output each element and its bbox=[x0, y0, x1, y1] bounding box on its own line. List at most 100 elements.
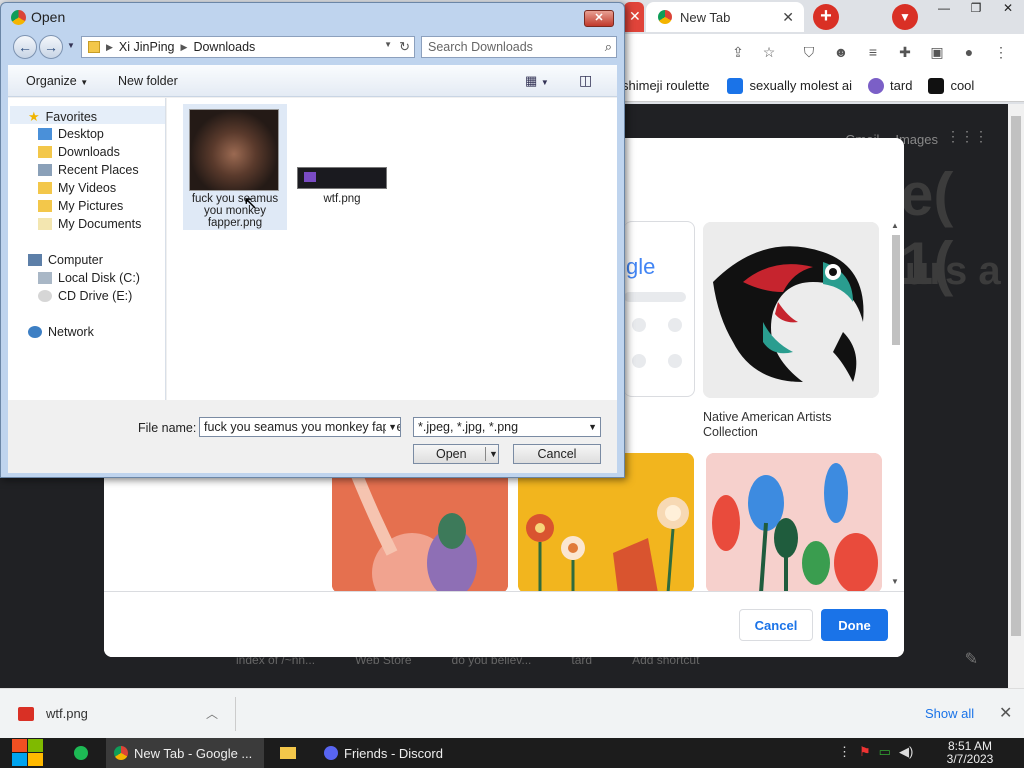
background-card-google[interactable]: gle bbox=[624, 221, 695, 397]
chevron-down-icon[interactable]: ▼ bbox=[588, 418, 597, 436]
videos-icon bbox=[38, 182, 52, 194]
extensions-icon[interactable]: ✚ bbox=[896, 43, 914, 61]
search-icon[interactable]: ⌕ bbox=[605, 39, 612, 55]
volume-icon[interactable]: ◀) bbox=[899, 744, 913, 760]
bookmark-star-icon[interactable]: ☆ bbox=[760, 43, 778, 61]
tree-network[interactable]: Network bbox=[28, 325, 94, 339]
cancel-button[interactable]: Cancel bbox=[739, 609, 813, 641]
sidepanel-icon[interactable]: ▣ bbox=[928, 43, 946, 61]
file-type-select[interactable]: *.jpeg, *.jpg, *.png ▼ bbox=[413, 417, 601, 437]
bookmark-shimeji[interactable]: shimeji roulette bbox=[622, 78, 709, 93]
tab-search-button[interactable]: ▼ bbox=[892, 4, 918, 30]
tree-desktop[interactable]: Desktop bbox=[38, 127, 104, 141]
close-icon[interactable]: ✕ bbox=[999, 703, 1012, 723]
share-icon[interactable]: ⇪ bbox=[729, 43, 747, 61]
tree-favorites[interactable]: ★ Favorites bbox=[28, 109, 97, 125]
done-button[interactable]: Done bbox=[821, 609, 888, 641]
extension-avatar-icon[interactable]: ☻ bbox=[832, 43, 850, 61]
clock[interactable]: 8:51 AM 3/7/2023 bbox=[942, 740, 998, 766]
background-card-native[interactable] bbox=[703, 222, 879, 398]
chevron-down-icon[interactable]: ▼ bbox=[386, 418, 397, 436]
download-item[interactable]: wtf.png bbox=[18, 706, 88, 721]
scroll-down-icon[interactable]: ▼ bbox=[891, 577, 899, 586]
start-button[interactable] bbox=[10, 738, 44, 768]
illustration-image bbox=[706, 453, 882, 593]
profile-icon[interactable]: ● bbox=[960, 43, 978, 61]
taskbar-spotify[interactable] bbox=[66, 738, 96, 768]
preview-pane-icon[interactable]: ◫ bbox=[579, 72, 592, 89]
change-view-icon[interactable]: ▦ ▼ bbox=[525, 73, 549, 89]
breadcrumb-item[interactable]: Xi JinPing bbox=[119, 40, 175, 54]
file-thumbnail[interactable] bbox=[297, 167, 387, 189]
partial-tab[interactable]: ✕ bbox=[624, 2, 644, 32]
close-dialog-button[interactable]: ✕ bbox=[584, 10, 614, 27]
chevron-down-icon[interactable]: ▼ bbox=[384, 40, 392, 49]
open-button[interactable]: Open ▼ bbox=[413, 444, 499, 464]
close-window-icon[interactable]: ✕ bbox=[992, 0, 1024, 18]
action-center-flag-icon[interactable]: ⚑ bbox=[859, 744, 871, 760]
shortcut-dot bbox=[668, 354, 682, 368]
tree-my-videos[interactable]: My Videos bbox=[38, 181, 116, 195]
ublock-icon[interactable]: ⛉ bbox=[800, 43, 818, 61]
dialog-body: Organize ▼ New folder ▦ ▼ ◫ ★ Favorites D… bbox=[8, 65, 617, 473]
dialog-scrollbar[interactable]: ▲ ▼ bbox=[890, 221, 902, 591]
organize-button[interactable]: Organize ▼ bbox=[26, 74, 88, 88]
tree-recent-places[interactable]: Recent Places bbox=[38, 163, 139, 177]
download-file-name: wtf.png bbox=[46, 706, 88, 721]
file-name-label[interactable]: fuck you seamus you monkey fapper.png bbox=[185, 193, 285, 229]
documents-icon bbox=[38, 218, 52, 230]
restore-icon[interactable]: ❐ bbox=[960, 0, 992, 18]
show-all-link[interactable]: Show all bbox=[925, 706, 974, 721]
close-icon[interactable]: ✕ bbox=[629, 8, 641, 25]
recent-locations-icon[interactable]: ▼ bbox=[67, 41, 75, 50]
back-arrow-icon[interactable]: ← bbox=[13, 35, 37, 59]
tree-computer[interactable]: Computer bbox=[28, 253, 103, 267]
tab-new-tab[interactable]: New Tab ✕ bbox=[646, 2, 804, 32]
menu-icon[interactable]: ⋮ bbox=[992, 43, 1010, 61]
scrollbar-thumb[interactable] bbox=[1011, 116, 1021, 636]
scroll-up-icon[interactable]: ▲ bbox=[891, 221, 899, 230]
bookmark-tard[interactable]: tard bbox=[868, 77, 912, 94]
command-bar: Organize ▼ New folder ▦ ▼ ◫ bbox=[8, 65, 617, 97]
tree-my-documents[interactable]: My Documents bbox=[38, 217, 141, 231]
chrome-icon bbox=[658, 10, 672, 24]
breadcrumb-item[interactable]: Downloads bbox=[193, 40, 255, 54]
tree-cd-drive[interactable]: CD Drive (E:) bbox=[38, 289, 132, 303]
new-folder-button[interactable]: New folder bbox=[118, 74, 178, 88]
customize-pencil-icon[interactable]: ✎ bbox=[965, 649, 978, 669]
forward-arrow-icon[interactable]: → bbox=[39, 35, 63, 59]
refresh-icon[interactable]: ↻ bbox=[399, 39, 410, 55]
scrollbar-thumb[interactable] bbox=[892, 235, 900, 345]
close-icon[interactable]: ✕ bbox=[782, 9, 794, 26]
apps-grid-icon[interactable]: ⋮⋮⋮ bbox=[946, 128, 988, 146]
taskbar-discord[interactable]: Friends - Discord bbox=[316, 738, 451, 768]
taskbar-chrome[interactable]: New Tab - Google ... bbox=[106, 738, 264, 768]
chevron-down-icon: ▼ bbox=[80, 77, 89, 87]
minimize-icon[interactable]: — bbox=[928, 0, 960, 18]
page-scrollbar[interactable] bbox=[1008, 104, 1024, 688]
file-name-label[interactable]: wtf.png bbox=[297, 193, 387, 205]
file-thumbnail[interactable] bbox=[189, 109, 279, 191]
taskbar-explorer[interactable] bbox=[272, 738, 304, 768]
chevron-down-icon[interactable]: ▼ bbox=[489, 445, 498, 463]
spotify-icon bbox=[74, 746, 88, 760]
tree-my-pictures[interactable]: My Pictures bbox=[38, 199, 123, 213]
bookmark-molest[interactable]: sexually molest ai bbox=[727, 77, 852, 94]
network-icon bbox=[28, 326, 42, 338]
new-tab-button[interactable]: + bbox=[813, 4, 839, 30]
network-icon[interactable]: ▭ bbox=[879, 744, 891, 760]
desktop-icon bbox=[38, 128, 52, 140]
search-input[interactable]: Search Downloads ⌕ bbox=[421, 36, 617, 58]
file-name-input[interactable]: fuck you seamus you monkey fapper.png ▼ bbox=[199, 417, 401, 437]
bookmark-cool[interactable]: cool bbox=[928, 77, 974, 94]
address-breadcrumb[interactable]: ▶ Xi JinPing ▶ Downloads ▼ ↻ bbox=[81, 36, 415, 58]
chevron-up-icon[interactable]: ︿ bbox=[206, 705, 218, 722]
cancel-dialog-button[interactable]: Cancel bbox=[513, 444, 601, 464]
extension-flag-icon[interactable]: ≡ bbox=[864, 43, 882, 61]
google-logo: gle bbox=[626, 254, 656, 279]
chrome-icon bbox=[11, 9, 26, 25]
background-card[interactable] bbox=[706, 453, 882, 593]
tree-local-disk[interactable]: Local Disk (C:) bbox=[38, 271, 140, 285]
overflow-icon[interactable]: ⋮ bbox=[838, 744, 851, 760]
tree-downloads[interactable]: Downloads bbox=[38, 145, 120, 159]
